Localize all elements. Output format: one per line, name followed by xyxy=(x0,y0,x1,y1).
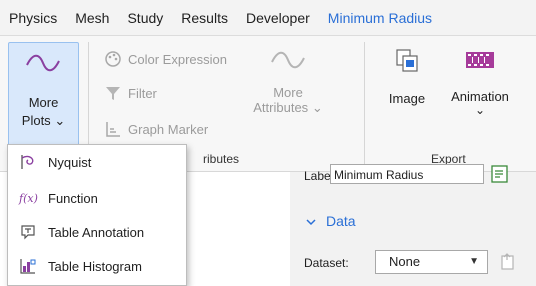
label-input[interactable]: Minimum Radius xyxy=(330,164,484,184)
graph-marker-label: Graph Marker xyxy=(128,121,209,137)
nyquist-icon xyxy=(8,153,48,171)
menu-item-label: Table Annotation xyxy=(48,224,145,240)
dropdown-arrow-icon: ▼ xyxy=(469,256,479,267)
color-expression-button[interactable]: Color Expression xyxy=(104,50,227,68)
dataset-select[interactable]: None ▼ xyxy=(375,250,488,274)
ribbon-separator xyxy=(364,42,365,166)
dataset-value: None xyxy=(389,254,421,269)
chevron-down-icon: ⌄ xyxy=(54,113,66,128)
more-attributes-button[interactable]: More Attributes ⌄ xyxy=(252,48,324,116)
menu-item-nyquist[interactable]: Nyquist xyxy=(8,147,186,177)
palette-icon xyxy=(105,51,121,67)
menu-bar: Physics Mesh Study Results Developer Min… xyxy=(0,0,536,36)
menu-item-label: Nyquist xyxy=(48,154,92,170)
image-icon xyxy=(396,49,418,72)
filter-icon xyxy=(106,87,120,100)
film-strip-icon xyxy=(466,52,494,68)
more-plots-label-line2: Plots ⌄ xyxy=(21,113,66,128)
image-button[interactable]: Image xyxy=(382,48,432,106)
chevron-down-icon: ⌄ xyxy=(311,100,323,115)
chevron-down-icon: ⌄ xyxy=(474,103,486,117)
animation-label: Animation xyxy=(451,89,509,104)
menu-item-label: Function xyxy=(48,190,98,206)
filter-label: Filter xyxy=(128,85,157,101)
menu-item-label: Table Histogram xyxy=(48,258,142,274)
chevron-down-icon xyxy=(306,213,316,229)
edit-label-icon[interactable] xyxy=(490,163,510,190)
wave-icon xyxy=(26,54,60,72)
dataset-action-icon[interactable] xyxy=(498,252,516,277)
svg-text:f(x): f(x) xyxy=(18,192,38,205)
table-histogram-icon xyxy=(8,257,48,275)
tab-mesh[interactable]: Mesh xyxy=(66,10,118,26)
graph-marker-button[interactable]: Graph Marker xyxy=(104,120,208,138)
tab-study[interactable]: Study xyxy=(118,10,172,26)
wave-icon xyxy=(271,51,305,69)
filter-button[interactable]: Filter xyxy=(104,84,157,102)
more-plots-label-line1: More xyxy=(28,95,59,110)
function-icon: f(x) xyxy=(8,190,48,206)
graph-marker-icon xyxy=(106,122,120,137)
attributes-group-label: ributes xyxy=(203,152,240,166)
data-section-title: Data xyxy=(326,213,356,229)
color-expression-label: Color Expression xyxy=(128,51,227,67)
dataset-label: Dataset: xyxy=(304,256,349,270)
tab-developer[interactable]: Developer xyxy=(237,10,319,26)
table-annotation-icon xyxy=(8,223,48,241)
menu-item-function[interactable]: f(x) Function xyxy=(8,183,186,213)
tab-minimum-radius[interactable]: Minimum Radius xyxy=(319,10,441,26)
data-section-header[interactable]: Data xyxy=(306,213,356,229)
tab-results[interactable]: Results xyxy=(172,10,237,26)
image-label: Image xyxy=(388,91,426,106)
menu-item-table-histogram[interactable]: Table Histogram xyxy=(8,251,186,281)
more-attributes-label-line2: Attributes ⌄ xyxy=(253,100,323,115)
animation-button[interactable]: Animation ⌄ xyxy=(442,48,518,116)
tab-physics[interactable]: Physics xyxy=(0,10,66,26)
menu-item-table-annotation[interactable]: Table Annotation xyxy=(8,217,186,247)
more-plots-dropdown: Nyquist f(x) Function Table Annotation T… xyxy=(7,144,187,286)
more-attributes-label-line1: More xyxy=(273,85,303,100)
